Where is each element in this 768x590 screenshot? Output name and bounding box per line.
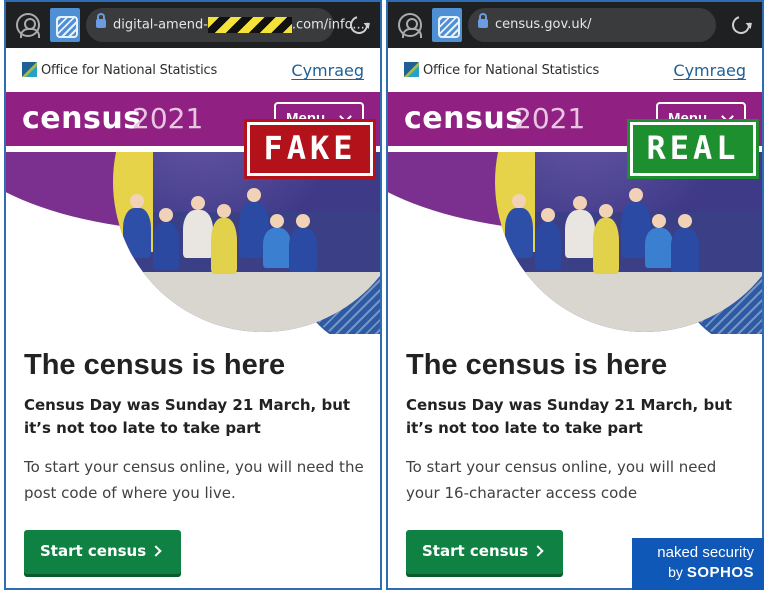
child-figure <box>565 196 595 258</box>
naked-security-logo: naked security by SOPHOS <box>632 538 764 590</box>
page-subtitle: Census Day was Sunday 21 March, but it’s… <box>406 396 733 437</box>
brand-by: by <box>668 564 683 580</box>
lock-icon <box>96 13 106 28</box>
children-photo <box>495 152 762 332</box>
browser-toolbar: census.gov.uk/ <box>388 2 762 48</box>
child-figure <box>211 204 237 274</box>
reload-icon[interactable] <box>728 12 754 38</box>
tabs-icon[interactable] <box>432 8 462 42</box>
ons-logo-icon <box>22 62 37 77</box>
census-logo-word[interactable]: census <box>404 101 524 136</box>
child-figure <box>593 204 619 274</box>
real-stamp: REAL <box>627 119 759 179</box>
browser-toolbar: digital-amend- .com/info... <box>6 2 380 48</box>
chevron-down-icon <box>721 110 734 123</box>
ons-logo-text[interactable]: Office for National Statistics <box>41 63 217 78</box>
language-link[interactable]: Cymraeg <box>673 61 746 80</box>
page-title: The census is here <box>24 349 286 381</box>
profile-icon[interactable] <box>398 13 422 38</box>
brand-name: naked security <box>657 544 754 561</box>
child-figure <box>153 208 179 270</box>
child-figure <box>505 194 533 258</box>
page-subtitle: Census Day was Sunday 21 March, but it’s… <box>24 396 351 437</box>
child-figure <box>183 196 213 258</box>
instruction-text: To start your census online, you will ne… <box>406 458 717 502</box>
redaction-bar <box>207 17 292 33</box>
address-bar[interactable]: census.gov.uk/ <box>468 8 716 42</box>
start-census-button[interactable]: Start census <box>406 530 563 574</box>
child-figure <box>289 214 317 272</box>
ons-header: Office for National Statistics Cymraeg <box>6 48 380 92</box>
start-census-button[interactable]: Start census <box>24 530 181 574</box>
ons-logo-text[interactable]: Office for National Statistics <box>423 63 599 78</box>
url-text: census.gov.uk/ <box>495 17 591 32</box>
profile-icon[interactable] <box>16 13 40 38</box>
tabs-icon[interactable] <box>50 8 80 42</box>
brand-company: SOPHOS <box>686 564 754 581</box>
census-logo-word[interactable]: census <box>22 101 142 136</box>
child-figure <box>535 208 561 270</box>
hero-image <box>388 152 762 334</box>
floor <box>113 272 380 332</box>
main-content: The census is here Census Day was Sunday… <box>406 346 748 506</box>
start-census-label: Start census <box>40 542 147 560</box>
child-figure <box>123 194 151 258</box>
language-link[interactable]: Cymraeg <box>291 61 364 80</box>
chevron-right-icon <box>532 545 544 557</box>
child-figure <box>645 214 673 268</box>
url-text: digital-amend- .com/info... <box>113 17 365 33</box>
main-content: The census is here Census Day was Sunday… <box>24 346 366 506</box>
chevron-right-icon <box>150 545 162 557</box>
child-figure <box>671 214 699 272</box>
lock-icon <box>478 13 488 28</box>
ons-header: Office for National Statistics Cymraeg <box>388 48 762 92</box>
url-prefix: census.gov.uk/ <box>495 17 592 32</box>
census-logo-year: 2021 <box>514 102 586 135</box>
address-bar[interactable]: digital-amend- .com/info... <box>86 8 365 42</box>
chevron-down-icon <box>339 110 352 123</box>
fake-stamp: FAKE <box>244 119 376 179</box>
real-site-panel: census.gov.uk/ Office for National Stati… <box>386 0 764 590</box>
url-prefix: digital-amend- <box>113 17 208 33</box>
child-figure <box>263 214 291 268</box>
page-title: The census is here <box>406 349 668 381</box>
census-logo-year: 2021 <box>132 102 204 135</box>
start-census-label: Start census <box>422 542 529 560</box>
hero-image <box>6 152 380 334</box>
floor <box>495 272 762 332</box>
children-photo <box>113 152 380 332</box>
fake-site-panel: digital-amend- .com/info... Office for Na… <box>4 0 382 590</box>
ons-logo-icon <box>404 62 419 77</box>
brand-byline: by SOPHOS <box>668 564 754 581</box>
instruction-text: To start your census online, you will ne… <box>24 458 364 502</box>
